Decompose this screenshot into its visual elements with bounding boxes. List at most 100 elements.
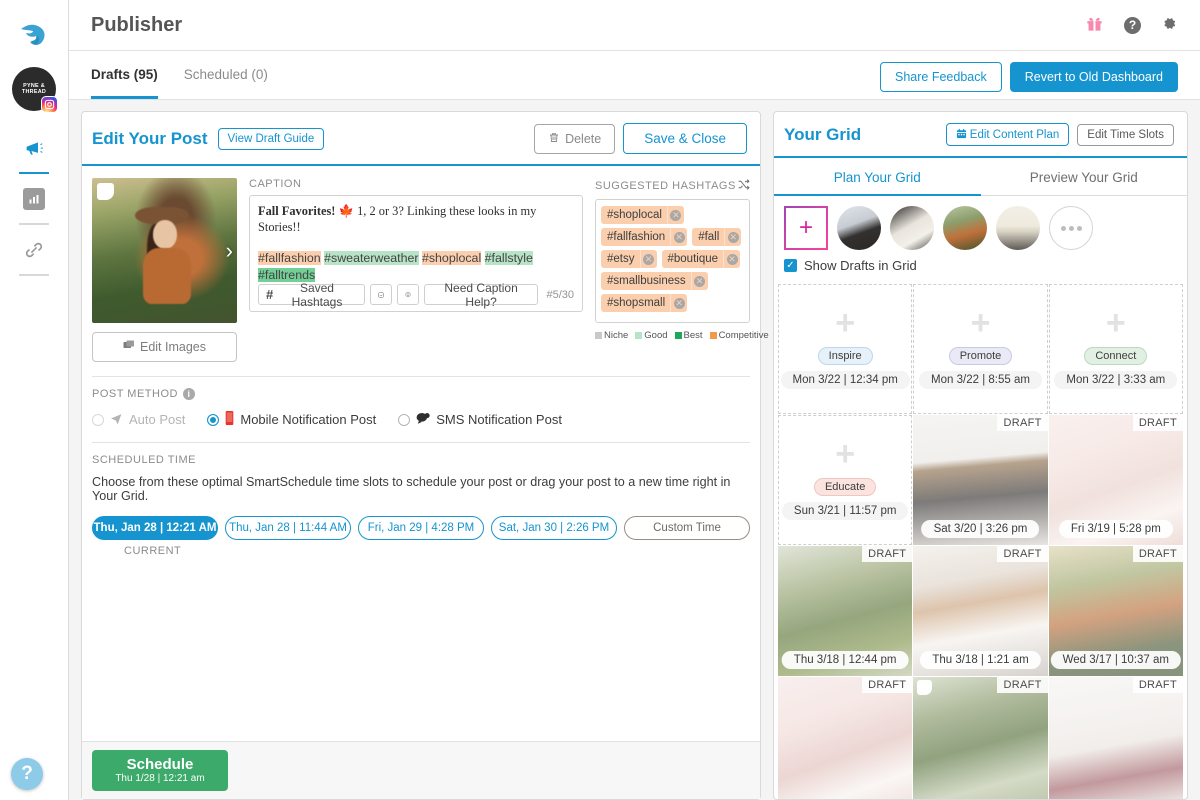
- tab-preview-your-grid[interactable]: Preview Your Grid: [981, 158, 1188, 195]
- link-icon[interactable]: [17, 235, 51, 265]
- draft-badge: DRAFT: [1133, 546, 1183, 562]
- help-fab-button[interactable]: ?: [11, 758, 43, 790]
- story-thumbnail[interactable]: [890, 206, 934, 250]
- more-stories-button[interactable]: [1049, 206, 1093, 250]
- bar-chart-icon[interactable]: [17, 184, 51, 214]
- radio-auto-post[interactable]: Auto Post: [92, 412, 185, 428]
- help-circle-icon[interactable]: ?: [1124, 17, 1141, 34]
- grid-cell-empty[interactable]: + Educate Sun 3/21 | 11:57 pm: [778, 415, 912, 545]
- tab-scheduled[interactable]: Scheduled (0): [184, 51, 268, 99]
- gift-icon[interactable]: [1085, 14, 1104, 36]
- megaphone-icon[interactable]: [17, 133, 51, 163]
- hashtag-chip-label: #shopsmall: [601, 294, 670, 312]
- grid-cell-draft[interactable]: DRAFT Sat 3/20 | 3:26 pm: [913, 415, 1047, 545]
- time-slot-button[interactable]: Sat, Jan 30 | 2:26 PM: [491, 516, 617, 540]
- radio-mobile-notification[interactable]: Mobile Notification Post: [207, 411, 376, 428]
- hashtag-chip[interactable]: #etsy✕: [601, 250, 657, 268]
- divider: [92, 376, 750, 377]
- time-slot-button[interactable]: Fri, Jan 29 | 4:28 PM: [358, 516, 484, 540]
- story-thumbnail[interactable]: [837, 206, 881, 250]
- grid-cell-draft[interactable]: DRAFT Fri 3/19 | 5:28 pm: [1049, 415, 1183, 545]
- caption-label: CAPTION: [249, 178, 583, 190]
- category-pill: Promote: [949, 347, 1013, 365]
- edit-time-slots-button[interactable]: Edit Time Slots: [1077, 124, 1174, 146]
- schedule-button[interactable]: Schedule Thu 1/28 | 12:21 am: [92, 750, 228, 791]
- hashtag-chip[interactable]: #boutique✕: [662, 250, 741, 268]
- remove-hashtag-icon[interactable]: ✕: [670, 294, 687, 312]
- caption-help-button[interactable]: Need Caption Help?: [424, 284, 539, 305]
- plus-icon: +: [1106, 309, 1126, 337]
- edit-images-button[interactable]: Edit Images: [92, 332, 237, 362]
- suggested-hashtags-column: SUGGESTED HASHTAGS #shoplocal✕: [595, 178, 750, 362]
- hashtag-chip[interactable]: #smallbusiness✕: [601, 272, 708, 290]
- remove-hashtag-icon[interactable]: ✕: [724, 228, 741, 246]
- remove-hashtag-icon[interactable]: ✕: [667, 206, 684, 224]
- caption-input[interactable]: Fall Favorites! 🍁 1, 2 or 3? Linking the…: [249, 195, 583, 312]
- chevron-right-icon[interactable]: ›: [226, 240, 233, 262]
- checkbox-checked-icon[interactable]: ✓: [784, 259, 797, 272]
- hashtag-chip[interactable]: #fall✕: [692, 228, 741, 246]
- account-avatar[interactable]: PYNE & THREAD: [12, 67, 56, 111]
- grid-cell-draft[interactable]: DRAFT Thu 3/18 | 12:44 pm: [778, 546, 912, 676]
- legend-item: Good: [635, 330, 667, 341]
- radio-sms-notification[interactable]: SMS Notification Post: [398, 412, 562, 428]
- add-story-button[interactable]: +: [784, 206, 828, 250]
- show-drafts-checkbox-row[interactable]: ✓ Show Drafts in Grid: [774, 256, 1187, 284]
- sidebar-item-analytics[interactable]: [0, 184, 68, 235]
- draft-badge: DRAFT: [862, 546, 912, 562]
- tab-plan-your-grid[interactable]: Plan Your Grid: [774, 158, 981, 195]
- grid-scroll-area[interactable]: + Inspire Mon 3/22 | 12:34 pm + Promote …: [774, 284, 1187, 799]
- grid-cell-draft[interactable]: DRAFT: [913, 677, 1047, 799]
- shuffle-icon[interactable]: [737, 178, 750, 194]
- hashtag-row: #etsy✕ #boutique✕: [601, 250, 744, 272]
- edit-content-plan-button[interactable]: Edit Content Plan: [946, 123, 1070, 146]
- view-draft-guide-button[interactable]: View Draft Guide: [218, 128, 325, 150]
- edit-images-label: Edit Images: [140, 340, 206, 354]
- mobile-phone-icon: [225, 411, 234, 428]
- revert-dashboard-button[interactable]: Revert to Old Dashboard: [1010, 62, 1178, 92]
- story-thumbnail[interactable]: [996, 206, 1040, 250]
- post-image-preview[interactable]: ›: [92, 178, 237, 323]
- top-bar: Publisher ?: [69, 0, 1200, 51]
- grid-cell-draft[interactable]: DRAFT Wed 3/17 | 10:37 am: [1049, 546, 1183, 676]
- tab-bar: Drafts (95) Scheduled (0) Share Feedback…: [69, 51, 1200, 100]
- edit-content-plan-label: Edit Content Plan: [970, 129, 1060, 141]
- hashtag-chip[interactable]: #shoplocal✕: [601, 206, 684, 224]
- brand-logo[interactable]: [19, 13, 49, 57]
- body-area: Edit Your Post View Draft Guide Delete S…: [69, 100, 1200, 800]
- grid-cell-draft[interactable]: DRAFT Thu 3/18 | 1:21 am: [913, 546, 1047, 676]
- grid-cell-empty[interactable]: + Promote Mon 3/22 | 8:55 am: [913, 284, 1047, 414]
- save-close-button[interactable]: Save & Close: [623, 123, 747, 154]
- saved-hashtags-button[interactable]: # Saved Hashtags: [258, 284, 365, 305]
- delete-label: Delete: [565, 132, 601, 146]
- grid-cell-empty[interactable]: + Inspire Mon 3/22 | 12:34 pm: [778, 284, 912, 414]
- emoji-icon[interactable]: [397, 284, 419, 305]
- custom-time-button[interactable]: Custom Time: [624, 516, 750, 540]
- hashtag-chip[interactable]: #shopsmall✕: [601, 294, 687, 312]
- legend-item: Niche: [595, 330, 628, 341]
- delete-button[interactable]: Delete: [534, 124, 615, 154]
- slot-time: Thu 3/18 | 1:21 am: [920, 651, 1040, 669]
- time-slot-button[interactable]: Thu, Jan 28 | 12:21 AM: [92, 516, 218, 540]
- share-feedback-button[interactable]: Share Feedback: [880, 62, 1002, 92]
- grid-cell-draft[interactable]: DRAFT: [1049, 677, 1183, 799]
- story-thumbnail[interactable]: [943, 206, 987, 250]
- remove-hashtag-icon[interactable]: ✕: [723, 250, 740, 268]
- hashtag-chip-label: #etsy: [601, 250, 640, 268]
- gear-icon[interactable]: [1161, 15, 1178, 35]
- category-pill: Inspire: [818, 347, 873, 365]
- time-slot-button[interactable]: Thu, Jan 28 | 11:44 AM: [225, 516, 351, 540]
- remove-hashtag-icon[interactable]: ✕: [670, 228, 687, 246]
- grid-cell-draft[interactable]: DRAFT: [778, 677, 912, 799]
- insert-image-icon[interactable]: [370, 284, 392, 305]
- top-bar-actions: ?: [1085, 14, 1178, 36]
- hashtag-chip[interactable]: #fallfashion✕: [601, 228, 687, 246]
- tab-drafts[interactable]: Drafts (95): [91, 51, 158, 99]
- remove-hashtag-icon[interactable]: ✕: [640, 250, 657, 268]
- info-icon[interactable]: i: [183, 388, 195, 400]
- remove-hashtag-icon[interactable]: ✕: [691, 272, 708, 290]
- edit-post-panel: Edit Your Post View Draft Guide Delete S…: [81, 111, 761, 800]
- grid-cell-empty[interactable]: + Connect Mon 3/22 | 3:33 am: [1049, 284, 1183, 414]
- sidebar-item-publisher[interactable]: [0, 133, 68, 184]
- sidebar-item-smart-link[interactable]: [0, 235, 68, 286]
